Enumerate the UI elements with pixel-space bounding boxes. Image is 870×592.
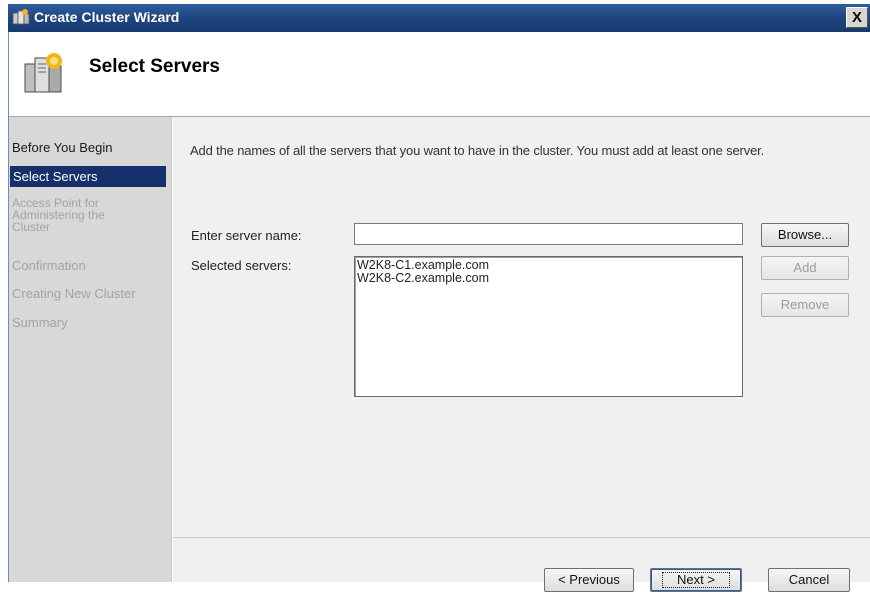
next-button[interactable]: Next > [650,568,742,592]
instructions-text: Add the names of all the servers that yo… [190,143,765,158]
step-summary: Summary [12,315,68,330]
step-confirmation: Confirmation [12,258,86,273]
selected-servers-list[interactable]: W2K8-C1.example.com W2K8-C2.example.com [354,256,743,397]
add-button[interactable]: Add [761,256,849,280]
footer-divider [173,537,870,538]
selected-servers-label: Selected servers: [191,258,292,273]
remove-button[interactable]: Remove [761,293,849,317]
list-item[interactable]: W2K8-C2.example.com [357,272,740,285]
servers-icon [21,50,67,96]
close-button[interactable]: X [846,7,868,28]
wizard-header: Select Servers [9,32,870,116]
previous-button[interactable]: < Previous [544,568,634,592]
title-bar[interactable]: Create Cluster Wizard X [8,4,870,32]
steps-panel: Before You Begin Select Servers Access P… [9,117,172,582]
window-title: Create Cluster Wizard [34,9,180,25]
server-name-input[interactable] [354,223,743,245]
step-before-you-begin[interactable]: Before You Begin [12,141,112,154]
next-button-label: Next > [662,572,730,588]
page-title: Select Servers [89,56,220,77]
wizard-window: Select Servers Before You Begin Select S… [8,32,870,592]
step-select-servers[interactable]: Select Servers [10,166,166,187]
content-pane: Add the names of all the servers that yo… [173,117,870,592]
step-access-point: Access Point for Administering the Clust… [12,196,105,234]
cancel-button[interactable]: Cancel [768,568,850,592]
browse-button[interactable]: Browse... [761,223,849,247]
step-creating-new-cluster: Creating New Cluster [12,286,136,301]
server-name-label: Enter server name: [191,228,302,243]
cluster-wizard-icon [12,8,30,26]
